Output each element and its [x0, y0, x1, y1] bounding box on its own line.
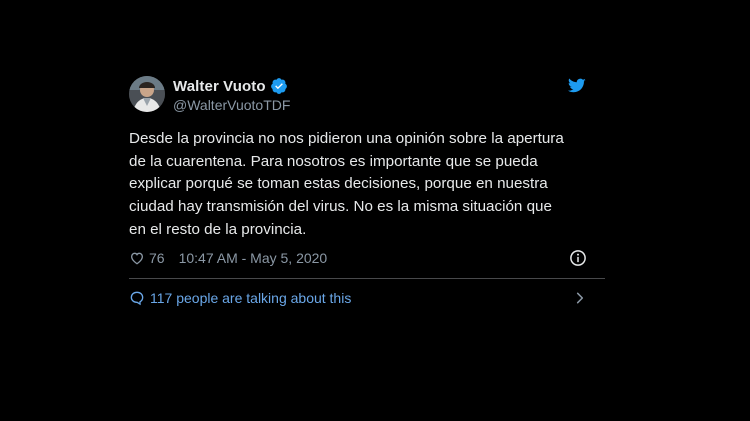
heart-icon[interactable] — [129, 250, 145, 266]
author-name-row[interactable]: Walter Vuoto — [173, 77, 288, 95]
author-name[interactable]: Walter Vuoto — [173, 78, 266, 95]
tweet-meta-row: 76 10:47 AM - May 5, 2020 — [129, 248, 587, 268]
info-icon[interactable] — [569, 249, 587, 267]
tweet-text: Desde la provincia no nos pidieron una o… — [129, 130, 564, 238]
conversation-link[interactable]: 117 people are talking about this — [129, 288, 587, 308]
speech-bubble-icon — [129, 290, 145, 306]
chevron-right-icon[interactable] — [573, 291, 587, 305]
avatar[interactable] — [129, 76, 165, 112]
tweet-timestamp[interactable]: 10:47 AM - May 5, 2020 — [179, 250, 328, 266]
author-handle[interactable]: @WalterVuotoTDF — [173, 97, 290, 113]
divider — [129, 278, 605, 279]
verified-badge-icon — [270, 77, 288, 95]
conversation-label[interactable]: 117 people are talking about this — [150, 290, 351, 306]
twitter-bird-icon[interactable] — [568, 78, 586, 99]
embedded-tweet: Walter Vuoto @WalterVuotoTDF Desde la pr… — [113, 58, 605, 318]
like-count[interactable]: 76 — [149, 250, 165, 266]
